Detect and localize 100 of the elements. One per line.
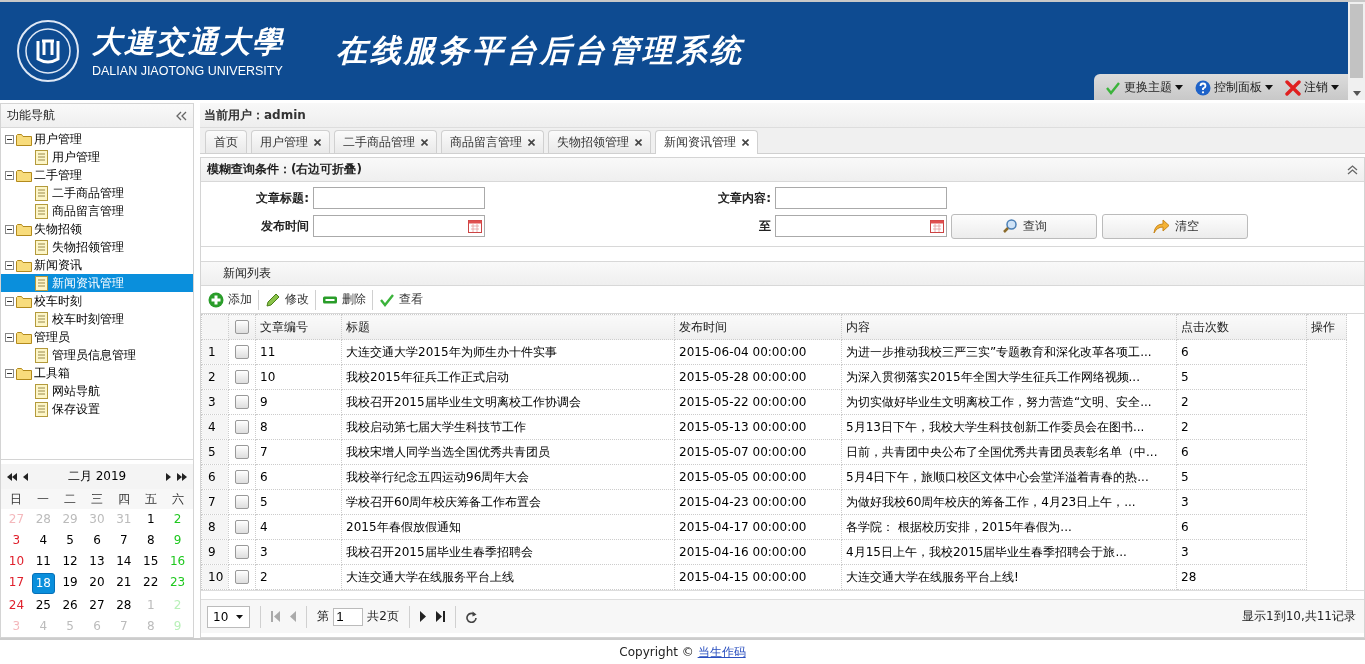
tab[interactable]: 失物招领管理 — [548, 130, 651, 153]
column-header[interactable]: 标题 — [346, 319, 370, 334]
tree-node[interactable]: 校车时刻 — [1, 292, 193, 310]
tree-item[interactable]: 网站导航 — [1, 382, 193, 400]
calendar-day[interactable]: 7 — [112, 531, 136, 550]
calendar-day[interactable]: 25 — [31, 596, 55, 615]
column-header[interactable]: 内容 — [846, 319, 870, 334]
tree-item[interactable]: 校车时刻管理 — [1, 310, 193, 328]
close-icon[interactable] — [528, 138, 535, 146]
toolbar-button[interactable]: 删除 — [320, 289, 368, 310]
calendar-day[interactable]: 11 — [31, 552, 55, 571]
next-icon[interactable] — [419, 611, 426, 622]
close-icon[interactable] — [742, 139, 749, 146]
row-checkbox[interactable] — [235, 345, 249, 360]
toolbar-button[interactable]: 添加 — [206, 289, 254, 310]
page-size-select[interactable]: 10 — [207, 605, 251, 628]
input-field[interactable] — [313, 187, 485, 209]
row-checkbox[interactable] — [235, 445, 249, 460]
header-menu-button[interactable]: 更换主题 — [1102, 77, 1186, 98]
calendar-day[interactable]: 18 — [31, 573, 55, 594]
collapse-box-icon[interactable] — [5, 134, 14, 144]
search-button[interactable]: 查询 — [951, 213, 1097, 239]
last-page-icon[interactable] — [177, 472, 187, 481]
calendar-day[interactable]: 24 — [5, 596, 28, 615]
collapse-box-icon[interactable] — [5, 170, 14, 180]
tree-item[interactable]: 保存设置 — [1, 400, 193, 418]
calendar-day[interactable]: 27 — [85, 596, 109, 615]
toolbar-button[interactable]: 查看 — [377, 289, 425, 310]
copyright-link[interactable]: 当生作码 — [697, 644, 746, 659]
tree-item[interactable]: 新闻资讯管理 — [1, 274, 193, 292]
row-checkbox[interactable] — [235, 395, 249, 410]
calendar-day[interactable]: 10 — [5, 552, 28, 571]
calendar-day[interactable]: 13 — [85, 552, 109, 571]
page-number-field[interactable]: 1 — [333, 607, 364, 626]
row-checkbox[interactable] — [235, 570, 249, 585]
row-checkbox[interactable] — [235, 470, 249, 485]
calendar-day[interactable]: 4 — [31, 531, 55, 550]
collapse-box-icon[interactable] — [5, 296, 14, 306]
calendar-day[interactable]: 19 — [58, 573, 82, 592]
collapse-box-icon[interactable] — [5, 368, 14, 378]
last-page-icon[interactable] — [435, 611, 445, 622]
calendar-day[interactable]: 28 — [112, 596, 136, 615]
select-all-checkbox[interactable] — [235, 320, 249, 335]
row-checkbox[interactable] — [235, 520, 249, 535]
calendar-day[interactable]: 22 — [139, 573, 163, 592]
column-header[interactable]: 发布时间 — [679, 319, 727, 334]
tree-item[interactable]: 二手商品管理 — [1, 184, 193, 202]
next-icon[interactable] — [166, 472, 171, 481]
tab[interactable]: 商品留言管理 — [441, 130, 544, 153]
first-page-icon[interactable] — [7, 472, 17, 481]
tree-node[interactable]: 二手管理 — [1, 166, 193, 184]
scrollbar-thumb[interactable] — [1350, 4, 1363, 78]
date-field[interactable] — [313, 215, 485, 237]
row-checkbox[interactable] — [235, 370, 249, 385]
calendar-day[interactable]: 21 — [112, 573, 136, 592]
calendar-icon[interactable] — [468, 219, 482, 233]
calendar-day[interactable]: 6 — [85, 531, 109, 550]
row-checkbox[interactable] — [235, 420, 249, 435]
previous-icon[interactable] — [23, 472, 28, 481]
tree-item[interactable]: 管理员信息管理 — [1, 346, 193, 364]
row-checkbox[interactable] — [235, 495, 249, 510]
calendar-day[interactable]: 12 — [58, 552, 82, 571]
refresh-icon[interactable] — [465, 610, 477, 623]
collapse-box-icon[interactable] — [5, 332, 14, 342]
calendar-day[interactable]: 17 — [5, 573, 28, 592]
row-checkbox[interactable] — [235, 545, 249, 560]
tree-node[interactable]: 管理员 — [1, 328, 193, 346]
tree-item[interactable]: 商品留言管理 — [1, 202, 193, 220]
calendar-day[interactable]: 3 — [5, 531, 28, 550]
date-field[interactable] — [775, 215, 947, 237]
calendar-icon[interactable] — [930, 219, 944, 233]
close-icon[interactable] — [314, 138, 321, 146]
tree-node[interactable]: 用户管理 — [1, 130, 193, 148]
tab[interactable]: 新闻资讯管理 — [655, 130, 758, 154]
collapse-box-icon[interactable] — [5, 224, 14, 234]
tree-node[interactable]: 工具箱 — [1, 364, 193, 382]
header-menu-button[interactable]: 控制面板 — [1192, 77, 1276, 98]
toolbar-button[interactable]: 修改 — [263, 289, 311, 310]
tab[interactable]: 首页 — [205, 130, 247, 153]
close-icon[interactable] — [635, 138, 642, 146]
calendar-day[interactable]: 26 — [58, 596, 82, 615]
tree-item[interactable]: 失物招领管理 — [1, 238, 193, 256]
collapse-icon[interactable] — [175, 110, 187, 121]
close-icon[interactable] — [421, 138, 428, 146]
scroll-down-icon[interactable] — [1352, 91, 1361, 96]
input-field[interactable] — [775, 187, 947, 209]
calendar-day[interactable]: 15 — [139, 552, 163, 571]
calendar-day[interactable]: 20 — [85, 573, 109, 592]
tree-node[interactable]: 失物招领 — [1, 220, 193, 238]
tree-item[interactable]: 用户管理 — [1, 148, 193, 166]
calendar-day[interactable]: 5 — [58, 531, 82, 550]
collapse-up-icon[interactable] — [1347, 164, 1358, 175]
calendar-day[interactable]: 1 — [139, 510, 163, 529]
clear-button[interactable]: 清空 — [1102, 213, 1248, 239]
calendar-day[interactable]: 14 — [112, 552, 136, 571]
tree-node[interactable]: 新闻资讯 — [1, 256, 193, 274]
tab[interactable]: 二手商品管理 — [334, 130, 437, 153]
calendar-day[interactable]: 8 — [139, 531, 163, 550]
tab[interactable]: 用户管理 — [251, 130, 330, 153]
header-menu-button[interactable]: 注销 — [1282, 77, 1342, 98]
